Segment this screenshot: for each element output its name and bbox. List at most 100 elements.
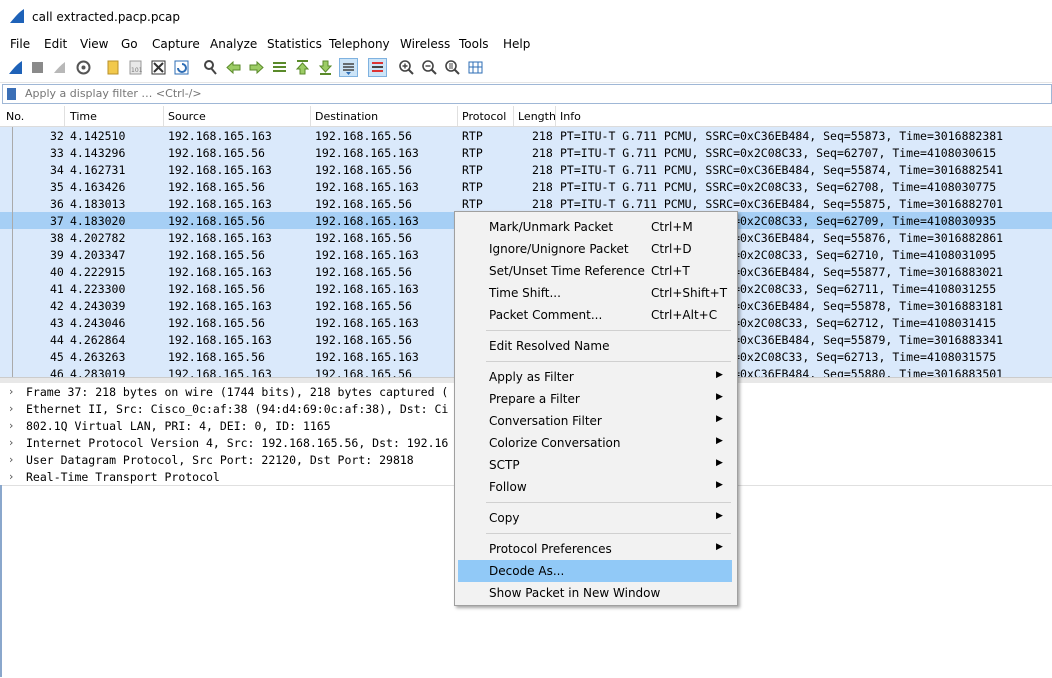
find-packet-icon[interactable] — [202, 59, 219, 76]
wireshark-fin-icon — [10, 9, 24, 23]
display-filter-input[interactable] — [25, 86, 1025, 101]
chevron-right-icon[interactable]: › — [9, 453, 13, 466]
tree-line — [12, 195, 13, 212]
menu-item-packet-comment[interactable]: Packet Comment... Ctrl+Alt+C — [458, 304, 732, 326]
restart-capture-icon[interactable] — [51, 59, 68, 76]
menu-item-show-packet-new-window[interactable]: Show Packet in New Window — [458, 582, 732, 604]
menu-go[interactable]: Go — [121, 37, 138, 51]
cell-no: 36 — [50, 197, 64, 211]
submenu-arrow-icon: ▶ — [716, 414, 723, 424]
zoom-in-icon[interactable] — [398, 59, 415, 76]
chevron-right-icon[interactable]: › — [9, 436, 13, 449]
bookmark-icon[interactable] — [7, 88, 16, 100]
cell-no: 43 — [50, 316, 64, 330]
menu-item-mark-packet[interactable]: Mark/Unmark Packet Ctrl+M — [458, 216, 732, 238]
zoom-out-icon[interactable] — [421, 59, 438, 76]
capture-options-icon[interactable] — [75, 59, 92, 76]
window-title: call extracted.pacp.pcap — [32, 10, 181, 24]
column-length[interactable]: Length — [518, 110, 556, 123]
tree-line — [12, 178, 13, 195]
cell-proto: RTP — [462, 197, 483, 211]
packet-row[interactable]: 32 4.142510 192.168.165.163 192.168.165.56 R… — [0, 127, 1052, 144]
cell-proto: RTP — [462, 129, 483, 143]
menu-statistics[interactable]: Statistics — [267, 37, 322, 51]
chevron-right-icon[interactable]: › — [9, 385, 13, 398]
menu-wireless[interactable]: Wireless — [400, 37, 450, 51]
first-packet-icon[interactable] — [294, 59, 311, 76]
go-back-icon[interactable] — [225, 59, 242, 76]
resize-columns-icon[interactable] — [467, 59, 484, 76]
menu-item-sctp[interactable]: SCTP ▶ — [458, 454, 732, 476]
cell-info: PT=ITU-T G.711 PCMU, SSRC=0x2C08C33, Seq… — [560, 180, 997, 194]
cell-len: 218 — [532, 146, 553, 160]
cell-dst: 192.168.165.56 — [315, 129, 412, 143]
open-file-icon[interactable] — [105, 59, 122, 76]
cell-time: 4.243039 — [70, 299, 126, 313]
tree-line — [12, 263, 13, 280]
packet-row[interactable]: 34 4.162731 192.168.165.163 192.168.165.56 R… — [0, 161, 1052, 178]
menu-item-edit-resolved-name[interactable]: Edit Resolved Name — [458, 335, 732, 357]
menu-item-apply-as-filter[interactable]: Apply as Filter ▶ — [458, 366, 732, 388]
chevron-right-icon[interactable]: › — [9, 402, 13, 415]
menu-analyze[interactable]: Analyze — [210, 37, 257, 51]
menu-item-protocol-preferences[interactable]: Protocol Preferences ▶ — [458, 538, 732, 560]
menu-item-prepare-filter[interactable]: Prepare a Filter ▶ — [458, 388, 732, 410]
cell-time: 4.202782 — [70, 231, 126, 245]
cell-dst: 192.168.165.163 — [315, 316, 419, 330]
cell-time: 4.143296 — [70, 146, 126, 160]
go-to-packet-icon[interactable] — [271, 59, 288, 76]
menu-item-conversation-filter[interactable]: Conversation Filter ▶ — [458, 410, 732, 432]
column-source[interactable]: Source — [168, 110, 206, 123]
packet-list-header: No. Time Source Destination Protocol Len… — [0, 106, 1052, 127]
menu-item-time-shift[interactable]: Time Shift... Ctrl+Shift+T — [458, 282, 732, 304]
reload-file-icon[interactable] — [173, 59, 190, 76]
submenu-arrow-icon: ▶ — [716, 392, 723, 402]
cell-time: 4.222915 — [70, 265, 126, 279]
cell-no: 32 — [50, 129, 64, 143]
packet-row[interactable]: 35 4.163426 192.168.165.56 192.168.165.163 R… — [0, 178, 1052, 195]
menu-view[interactable]: View — [80, 37, 108, 51]
column-destination[interactable]: Destination — [315, 110, 378, 123]
main-toolbar: 101 — [0, 54, 1052, 83]
colorize-icon[interactable] — [368, 58, 387, 77]
tree-line — [12, 161, 13, 178]
column-info[interactable]: Info — [560, 110, 581, 123]
cell-time: 4.203347 — [70, 248, 126, 262]
menu-tools[interactable]: Tools — [459, 37, 489, 51]
chevron-right-icon[interactable]: › — [9, 419, 13, 432]
menu-item-ignore-packet[interactable]: Ignore/Unignore Packet Ctrl+D — [458, 238, 732, 260]
menu-file[interactable]: File — [10, 37, 30, 51]
menu-item-copy[interactable]: Copy ▶ — [458, 507, 732, 529]
cell-no: 42 — [50, 299, 64, 313]
menu-edit[interactable]: Edit — [44, 37, 67, 51]
normal-size-icon[interactable] — [444, 59, 461, 76]
menu-capture[interactable]: Capture — [152, 37, 200, 51]
menu-item-decode-as[interactable]: Decode As... — [458, 560, 732, 582]
menu-help[interactable]: Help — [503, 37, 530, 51]
save-file-icon[interactable]: 101 — [127, 59, 144, 76]
packet-row[interactable]: 33 4.143296 192.168.165.56 192.168.165.163 R… — [0, 144, 1052, 161]
column-time[interactable]: Time — [70, 110, 97, 123]
last-packet-icon[interactable] — [317, 59, 334, 76]
tree-line — [12, 246, 13, 263]
menu-item-colorize-conversation[interactable]: Colorize Conversation ▶ — [458, 432, 732, 454]
cell-dst: 192.168.165.163 — [315, 350, 419, 364]
column-protocol[interactable]: Protocol — [462, 110, 506, 123]
chevron-right-icon[interactable]: › — [9, 470, 13, 483]
stop-capture-icon[interactable] — [29, 59, 46, 76]
menu-telephony[interactable]: Telephony — [329, 37, 390, 51]
column-no[interactable]: No. — [6, 110, 24, 123]
autoscroll-icon[interactable] — [339, 58, 358, 77]
go-forward-icon[interactable] — [248, 59, 265, 76]
start-capture-icon[interactable] — [7, 59, 24, 76]
close-file-icon[interactable] — [150, 59, 167, 76]
cell-no: 40 — [50, 265, 64, 279]
cell-no: 41 — [50, 282, 64, 296]
packet-row[interactable]: 36 4.183013 192.168.165.163 192.168.165.56 R… — [0, 195, 1052, 212]
cell-src: 192.168.165.163 — [168, 333, 272, 347]
menu-item-follow[interactable]: Follow ▶ — [458, 476, 732, 498]
menu-item-time-reference[interactable]: Set/Unset Time Reference Ctrl+T — [458, 260, 732, 282]
cell-time: 4.163426 — [70, 180, 126, 194]
cell-no: 38 — [50, 231, 64, 245]
cell-no: 45 — [50, 350, 64, 364]
